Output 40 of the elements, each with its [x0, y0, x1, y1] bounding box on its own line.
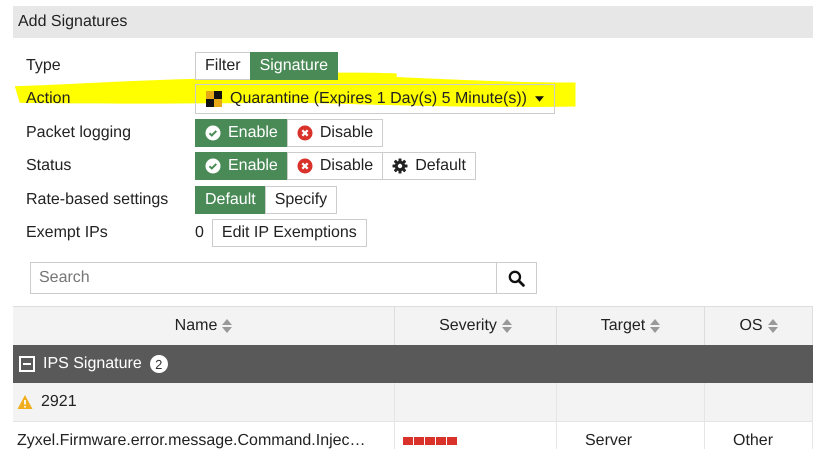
edit-exemptions-button[interactable]: Edit IP Exemptions — [212, 219, 367, 248]
quarantine-icon — [206, 91, 222, 108]
check-circle-icon — [205, 124, 221, 141]
field-label: Status — [26, 157, 72, 176]
table-cell: Other — [705, 422, 813, 449]
toggle-option[interactable]: Default — [382, 152, 476, 180]
collapse-icon[interactable] — [19, 356, 35, 372]
error-circle-icon — [296, 124, 313, 141]
toggle-option[interactable]: Specify — [264, 186, 338, 214]
field-label: Packet logging — [26, 124, 132, 142]
search-icon — [508, 270, 525, 286]
warning-icon — [17, 394, 33, 410]
field-label: Rate-based settings — [26, 190, 170, 209]
table-cell: Server — [557, 422, 705, 449]
gear-icon — [392, 158, 408, 174]
exempt-count: 0 — [195, 224, 204, 242]
sort-icon — [768, 319, 778, 333]
search-field[interactable]: Search — [30, 262, 497, 294]
field-label: Exempt IPs — [26, 224, 109, 242]
toggle-option[interactable]: Enable — [195, 118, 288, 147]
error-circle-icon — [296, 158, 313, 174]
sort-icon — [650, 319, 660, 333]
sort-icon — [502, 319, 512, 333]
toggle-option[interactable]: Filter — [195, 52, 251, 80]
panel-title: Add Signatures — [18, 13, 128, 31]
caret-icon — [534, 96, 544, 102]
sort-icon — [222, 319, 232, 333]
check-circle-icon — [205, 158, 221, 174]
toggle-option[interactable]: Disable — [286, 118, 384, 147]
group-row[interactable]: IPS Signature 2 — [13, 345, 813, 383]
field-label: Type — [26, 56, 62, 75]
toggle-option[interactable]: Default — [195, 186, 266, 214]
toggle-option[interactable]: Disable — [286, 152, 384, 180]
group-label: IPS Signature — [43, 355, 142, 373]
count-badge: 2 — [150, 355, 168, 373]
row-id: 2921 — [41, 393, 77, 411]
toggle-option[interactable]: Enable — [195, 152, 288, 180]
table-cell: Zyxel.Firmware.error.message.Command.Injec… — [13, 422, 395, 449]
search-button[interactable] — [497, 262, 537, 294]
toggle-option[interactable]: Signature — [250, 52, 338, 80]
